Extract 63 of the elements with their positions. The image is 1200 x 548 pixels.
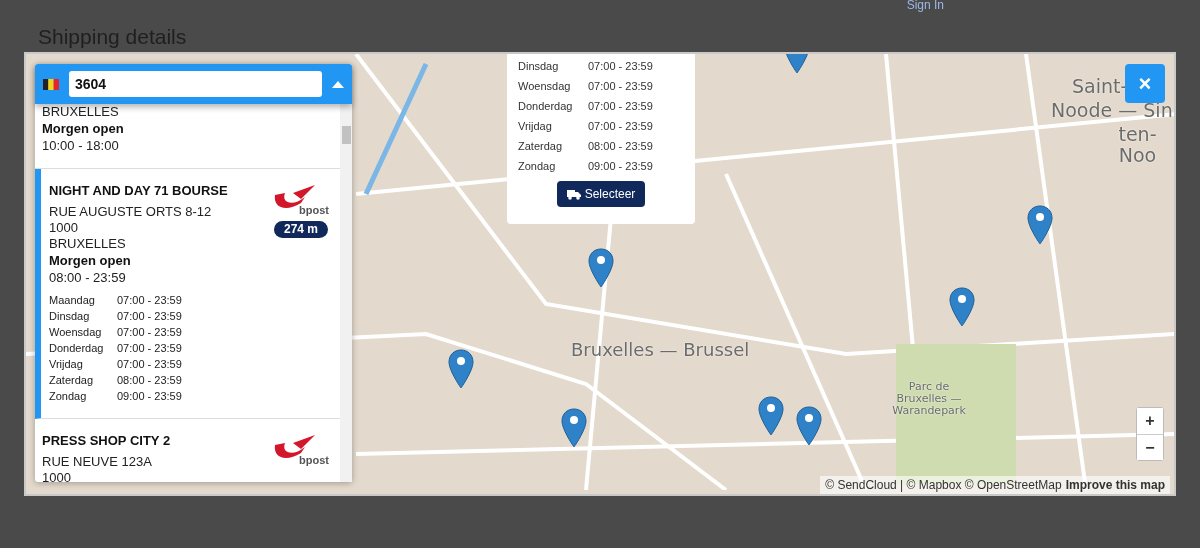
open-status: Morgen open — [49, 252, 132, 270]
map-pin-icon[interactable] — [561, 408, 587, 448]
select-button[interactable]: Selecteer — [556, 181, 646, 207]
carrier-logo: bpost — [271, 433, 331, 467]
opening-hours: 07:00 - 23:59 — [117, 357, 183, 372]
map-label: Bruxelles — Brussel — [571, 340, 750, 360]
map-pin-icon[interactable] — [949, 287, 975, 327]
map-pin-icon[interactable] — [758, 396, 784, 436]
zoom-out-button[interactable]: − — [1137, 434, 1163, 460]
address-line: RUE AUGUSTE ORTS 8-12 — [49, 204, 213, 220]
opening-hours: 09:00 - 23:59 — [588, 159, 653, 174]
search-field[interactable]: 3604 — [69, 71, 322, 97]
address-line: BRUXELLES — [49, 236, 127, 252]
location-name: PRESS SHOP CITY 2 — [42, 433, 172, 449]
opening-hours: 07:00 - 23:59 — [588, 59, 653, 74]
opening-hours: 10:00 - 18:00 — [42, 138, 120, 154]
address-line: 1000 — [42, 470, 72, 482]
opening-hours: 07:00 - 23:59 — [117, 293, 183, 308]
opening-hours: 08:00 - 23:59 — [117, 373, 183, 388]
day-label: Dinsdag — [49, 309, 91, 324]
map-label: Parc de Bruxelles — Warandepark — [891, 381, 967, 418]
day-label: Donderdag — [49, 341, 105, 356]
opening-hours: 07:00 - 23:59 — [588, 99, 653, 114]
caret-up-icon[interactable] — [332, 80, 344, 88]
flag-icon — [43, 78, 59, 90]
day-label: Woensdag — [49, 325, 103, 340]
map-label: Saint- — [1072, 76, 1128, 97]
address-line: 1000 — [49, 220, 79, 236]
sign-in-link[interactable]: Sign In — [906, 0, 944, 14]
day-label: Zondag — [49, 389, 88, 404]
map-pin-icon[interactable] — [588, 248, 614, 288]
day-label: Zaterdag — [518, 139, 564, 154]
opening-hours: 07:00 - 23:59 — [588, 79, 653, 94]
address-line: BRUXELLES — [42, 104, 120, 120]
day-label: Donderdag — [518, 99, 574, 114]
day-label: Zondag — [518, 159, 557, 174]
opening-hours: 07:00 - 23:59 — [117, 325, 183, 340]
day-label: Maandag — [49, 293, 96, 308]
map-pin-icon[interactable] — [796, 406, 822, 446]
truck-icon — [566, 188, 581, 200]
map-pin-icon[interactable] — [448, 349, 474, 389]
day-label: Woensdag — [518, 79, 572, 94]
map-label: ten-Noo — [1117, 124, 1158, 166]
address-line: RUE NEUVE 123A — [42, 454, 153, 470]
map-pin-icon[interactable] — [1027, 205, 1053, 245]
improve-map-link[interactable]: Improve this map — [1065, 478, 1165, 492]
opening-hours: 07:00 - 23:59 — [588, 119, 653, 134]
carrier-logo: bpost — [271, 183, 331, 217]
attribution-text: © SendCloud | © Mapbox © OpenStreetMap — [825, 478, 1062, 492]
opening-hours: 08:00 - 23:59 — [49, 270, 127, 286]
day-label: Dinsdag — [518, 59, 560, 74]
distance-badge: 274 m — [274, 221, 328, 238]
opening-hours: 09:00 - 23:59 — [117, 389, 183, 404]
day-label: Vrijdag — [49, 357, 84, 372]
location-name: NIGHT AND DAY 71 BOURSE — [49, 183, 229, 199]
scrollbar[interactable] — [340, 104, 352, 482]
day-label: Vrijdag — [518, 119, 553, 134]
opening-hours: 07:00 - 23:59 — [117, 341, 183, 356]
open-status: Morgen open — [42, 120, 125, 138]
opening-hours: 07:00 - 23:59 — [117, 309, 183, 324]
day-label: Zaterdag — [49, 373, 95, 388]
map-label: Noode — Sin — [1051, 100, 1173, 121]
opening-hours: 08:00 - 23:59 — [588, 139, 653, 154]
